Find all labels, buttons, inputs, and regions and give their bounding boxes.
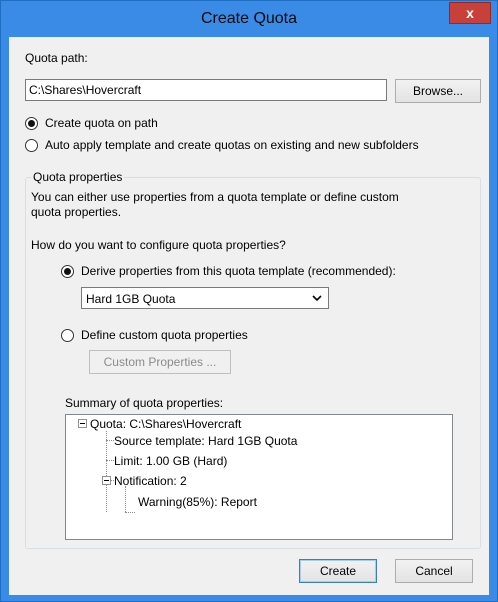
summary-label: Summary of quota properties: (65, 396, 224, 410)
template-select-value: Hard 1GB Quota (86, 292, 176, 306)
create-on-path-label[interactable]: Create quota on path (45, 116, 158, 130)
tree-node-source-template[interactable]: Source template: Hard 1GB Quota (114, 434, 297, 448)
custom-properties-label[interactable]: Define custom quota properties (81, 328, 248, 342)
tree-connector (106, 460, 114, 461)
template-select[interactable]: Hard 1GB Quota (81, 287, 329, 309)
configure-question: How do you want to configure quota prope… (31, 238, 286, 252)
collapse-notification-icon[interactable] (102, 476, 111, 485)
title-bar[interactable]: Create Quota x (1, 1, 497, 37)
tree-node-limit[interactable]: Limit: 1.00 GB (Hard) (114, 454, 227, 468)
tree-node-notification[interactable]: Notification: 2 (114, 474, 187, 488)
chevron-down-icon (312, 295, 322, 302)
derive-template-label[interactable]: Derive properties from this quota templa… (81, 264, 396, 278)
tree-connector (106, 431, 107, 512)
create-on-path-radio[interactable] (25, 117, 38, 130)
dialog-body: Quota path: C:\Shares\Hovercraft Browse.… (9, 37, 489, 595)
close-icon: x (466, 5, 474, 21)
derive-template-radio[interactable] (61, 265, 74, 278)
create-button[interactable]: Create (299, 559, 377, 583)
summary-tree[interactable]: Quota: C:\Shares\Hovercraft Source templ… (65, 414, 453, 540)
collapse-quota-icon[interactable] (78, 419, 87, 428)
tree-node-warning[interactable]: Warning(85%): Report (138, 495, 257, 509)
quota-path-input[interactable]: C:\Shares\Hovercraft (25, 79, 387, 101)
create-quota-dialog: Create Quota x Quota path: C:\Shares\Hov… (0, 0, 498, 602)
custom-properties-button[interactable]: Custom Properties ... (89, 350, 231, 374)
cancel-button[interactable]: Cancel (395, 559, 473, 583)
close-button[interactable]: x (449, 2, 491, 24)
custom-properties-radio[interactable] (61, 329, 74, 342)
window-title: Create Quota (200, 10, 298, 27)
auto-apply-radio[interactable] (25, 139, 38, 152)
properties-description: You can either use properties from a quo… (31, 190, 399, 219)
quota-properties-group-title: Quota properties (31, 170, 125, 184)
auto-apply-label[interactable]: Auto apply template and create quotas on… (45, 138, 419, 152)
tree-connector (125, 512, 135, 513)
tree-connector (125, 486, 126, 512)
tree-node-quota[interactable]: Quota: C:\Shares\Hovercraft (90, 417, 241, 431)
tree-connector (106, 440, 114, 441)
browse-button[interactable]: Browse... (395, 79, 481, 103)
quota-path-label: Quota path: (25, 51, 88, 65)
